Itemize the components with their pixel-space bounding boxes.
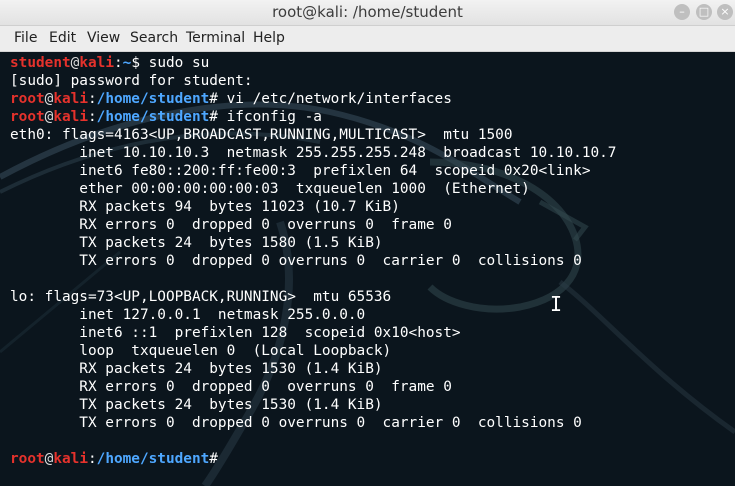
output-line: RX errors 0 dropped 0 overruns 0 frame 0: [10, 217, 452, 233]
output-line: RX packets 94 bytes 11023 (10.7 KiB): [10, 199, 400, 215]
output-line: inet6 fe80::200:ff:fe00:3 prefixlen 64 s…: [10, 163, 591, 179]
output-line: eth0: flags=4163<UP,BROADCAST,RUNNING,MU…: [10, 127, 513, 143]
output-line: RX errors 0 dropped 0 overruns 0 frame 0: [10, 379, 452, 395]
menu-terminal[interactable]: Terminal: [186, 30, 245, 46]
text-cursor-icon: I: [550, 292, 563, 316]
terminal-window: root@kali: /home/student – □ × File Edit…: [0, 0, 735, 486]
prompt-separator: :: [113, 55, 123, 71]
prompt-line: root@kali:/home/student# vi /etc/network…: [10, 90, 616, 108]
window-title: root@kali: /home/student: [272, 3, 463, 21]
output-line: TX errors 0 dropped 0 overruns 0 carrier…: [10, 253, 582, 269]
close-button[interactable]: ×: [717, 4, 733, 20]
menu-help[interactable]: Help: [253, 30, 285, 46]
menu-file[interactable]: File: [14, 30, 37, 46]
command-text: sudo su: [148, 55, 210, 71]
prompt-symbol: #: [209, 451, 218, 467]
prompt-path: /home/student: [96, 451, 210, 467]
output-line: [sudo] password for student:: [10, 73, 253, 89]
output-line: inet 127.0.0.1 netmask 255.0.0.0: [10, 307, 366, 323]
prompt-separator: :: [87, 91, 97, 107]
output-line: inet6 ::1 prefixlen 128 scopeid 0x10<hos…: [10, 325, 461, 341]
prompt-user: student: [10, 55, 71, 71]
prompt-host: kali: [53, 109, 88, 125]
output-line: RX packets 24 bytes 1530 (1.4 KiB): [10, 361, 383, 377]
title-bar[interactable]: root@kali: /home/student – □ ×: [0, 0, 735, 26]
prompt-line: root@kali:/home/student# ifconfig -a: [10, 108, 616, 126]
prompt-host: kali: [79, 55, 114, 71]
maximize-button[interactable]: □: [696, 4, 712, 20]
output-line: inet 10.10.10.3 netmask 255.255.255.248 …: [10, 145, 617, 161]
output-line: TX errors 0 dropped 0 overruns 0 carrier…: [10, 415, 582, 431]
menu-bar: File Edit View Search Terminal Help: [0, 26, 735, 52]
prompt-symbol: #: [209, 109, 227, 125]
prompt-user: root: [10, 451, 45, 467]
minimize-button[interactable]: –: [674, 4, 690, 20]
command-text: ifconfig -a: [226, 109, 322, 125]
output-line: TX packets 24 bytes 1580 (1.5 KiB): [10, 235, 383, 251]
output-line: ether 00:00:00:00:00:03 txqueuelen 1000 …: [10, 181, 530, 197]
prompt-line: root@kali:/home/student#: [10, 450, 616, 468]
output-line: lo: flags=73<UP,LOOPBACK,RUNNING> mtu 65…: [10, 289, 392, 305]
output-line: loop txqueuelen 0 (Local Loopback): [10, 343, 392, 359]
prompt-path: /home/student: [96, 109, 210, 125]
prompt-line: student@kali:~$ sudo su: [10, 54, 616, 72]
prompt-symbol: $: [131, 55, 149, 71]
command-text: vi /etc/network/interfaces: [226, 91, 452, 107]
terminal-output: student@kali:~$ sudo su [sudo] password f…: [10, 54, 616, 468]
prompt-user: root: [10, 91, 45, 107]
output-line: TX packets 24 bytes 1530 (1.4 KiB): [10, 397, 383, 413]
menu-view[interactable]: View: [87, 30, 120, 46]
prompt-separator: :: [87, 109, 97, 125]
prompt-user: root: [10, 109, 45, 125]
prompt-host: kali: [53, 451, 88, 467]
prompt-host: kali: [53, 91, 88, 107]
terminal-area[interactable]: student@kali:~$ sudo su [sudo] password f…: [0, 52, 735, 486]
menu-edit[interactable]: Edit: [49, 30, 76, 46]
menu-search[interactable]: Search: [130, 30, 178, 46]
prompt-separator: :: [87, 451, 97, 467]
prompt-symbol: #: [209, 91, 227, 107]
prompt-path: /home/student: [96, 91, 210, 107]
